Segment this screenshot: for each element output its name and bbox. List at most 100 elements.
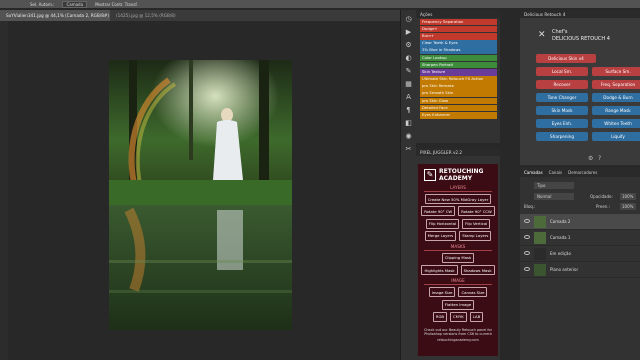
panel-icon-column: ◷ ▶ ⚙ ◐ ✎ ▦ A ¶ ◧ ◉ ✂ — [400, 10, 416, 360]
delicious-button[interactable]: Range Mask — [592, 106, 640, 115]
delicious-button[interactable]: Delicious Skin v4 — [536, 54, 596, 63]
delicious-button[interactable]: Skin Mask — [536, 106, 588, 115]
juggler-button[interactable]: Flatten Image — [441, 299, 475, 310]
document-image[interactable] — [109, 60, 292, 330]
button-row: Merge Layers Stamp Layers — [418, 230, 498, 241]
visibility-eye-icon[interactable] — [524, 267, 530, 271]
button-row: Highlights Mask Shadows Mask — [418, 265, 498, 276]
juggler-button[interactable]: Merge Layers — [424, 230, 457, 241]
layers-icon[interactable]: ◧ — [405, 119, 413, 127]
actions-icon[interactable]: ▶ — [405, 28, 413, 36]
button-row: Clipping Mask — [418, 252, 498, 263]
image-divider — [424, 284, 492, 286]
image-button-group: Image Size Canvas Size Flatten Image RGB CMY… — [418, 287, 498, 322]
juggler-button[interactable]: LAB — [469, 311, 484, 322]
juggler-button[interactable]: Image Size — [428, 287, 456, 298]
brush-icon[interactable]: ✎ — [405, 67, 413, 75]
action-item[interactable]: pro Skin Remake — [420, 83, 497, 90]
masks-button-group: Clipping Mask Highlights Mask Shadows Mask — [418, 252, 498, 276]
juggler-button[interactable]: Create New 50% MidGray Layer — [424, 194, 492, 205]
layer-row[interactable]: Em edição — [520, 246, 640, 262]
help-icon[interactable]: ? — [598, 155, 601, 162]
actions-list: Frequency Separation Dodge+ Burn+ Clear Tee… — [416, 18, 500, 119]
fill-field[interactable]: 100% — [620, 203, 636, 210]
delicious-button[interactable]: Local Sm. — [536, 67, 588, 76]
action-item[interactable]: Sharpen Portrait — [420, 61, 497, 69]
actions-panel-title: Ações — [416, 10, 500, 18]
paths-icon[interactable]: ✂ — [405, 145, 413, 153]
juggler-button[interactable]: Highlights Mask — [421, 265, 458, 276]
properties-icon[interactable]: ⚙ — [405, 41, 413, 49]
visibility-eye-icon[interactable] — [524, 219, 530, 223]
action-item[interactable]: Burn+ — [420, 32, 497, 40]
delicious-button[interactable]: Liquify — [592, 132, 640, 141]
brand-name: RETOUCHING — [439, 168, 484, 175]
swatches-icon[interactable]: ▦ — [405, 80, 413, 88]
layer-kind-filter[interactable]: Tipo — [534, 182, 574, 189]
layer-row[interactable]: Plano anterior — [520, 262, 640, 278]
character-icon[interactable]: A — [405, 93, 413, 101]
juggler-button[interactable]: Canvas Size — [458, 287, 488, 298]
settings-icon[interactable]: ⚙ — [588, 155, 593, 162]
layers-divider — [424, 191, 492, 192]
juggler-button[interactable]: Clipping Mask — [441, 252, 475, 263]
layer-thumbnail — [534, 232, 546, 244]
action-item[interactable]: Frequency Separation — [420, 18, 497, 26]
action-item[interactable]: Clear Teeth & Eyes — [420, 40, 497, 47]
pixel-juggler-title: PIXEL JUGGLER v2.2 — [416, 148, 500, 156]
tab-paths[interactable]: Demarcadores — [568, 170, 597, 175]
layer-row[interactable]: Camada 2 — [520, 214, 640, 230]
juggler-button[interactable]: Shadows Mask — [460, 265, 495, 276]
delicious-button[interactable]: Dodge & Burn — [592, 93, 640, 102]
juggler-button[interactable]: Flip Vertical — [462, 218, 491, 229]
layer-row[interactable]: Camada 1 — [520, 230, 640, 246]
action-item[interactable]: Eyes Enhancer — [420, 112, 497, 119]
delicious-button[interactable]: Eyes Enh. — [536, 119, 588, 128]
delicious-button[interactable]: Recover — [536, 80, 588, 89]
layer-select-box[interactable]: Camada — [62, 0, 88, 8]
juggler-button[interactable]: CMYK — [450, 311, 467, 322]
action-item[interactable]: Dodge+ — [420, 25, 497, 33]
opacity-label: Opacidade: — [590, 194, 613, 199]
juggler-button[interactable]: RGB — [432, 311, 448, 322]
tab-document-2[interactable]: (1425).jpg @ 12,5% (RGB/8) — [110, 10, 182, 21]
tab-channels[interactable]: Canais — [549, 170, 562, 175]
juggler-url[interactable]: retouchingacademy.com — [418, 338, 498, 342]
juggler-footer: Check out our Beauty Retouch panel for P… — [424, 327, 492, 336]
adjustments-icon[interactable]: ◐ — [405, 54, 413, 62]
channels-icon[interactable]: ◉ — [405, 132, 413, 140]
delicious-button[interactable]: Surface Sm. — [592, 67, 640, 76]
action-item[interactable]: pro Smooth Skin — [420, 90, 497, 98]
delicious-button[interactable]: Whiten Teeth — [592, 119, 640, 128]
blend-mode-select[interactable]: Normal — [534, 193, 574, 200]
brand-name-2: ACADEMY — [439, 175, 473, 182]
tab-document-1[interactable]: SoYVialien341.jpg @ 44,1% (Camada 2, RGB… — [0, 10, 110, 21]
delicious-button[interactable]: Freq. Separation — [592, 80, 640, 89]
action-item[interactable]: pro Skin Glow — [420, 97, 497, 105]
juggler-button[interactable]: Rotate 90° CW — [421, 206, 456, 217]
action-item[interactable]: 3% Blue in Shadows — [420, 47, 497, 54]
image-section-label: IMAGE — [451, 278, 465, 284]
opacity-field[interactable]: 100% — [620, 193, 636, 200]
juggler-button[interactable]: Flip Horizontal — [425, 218, 460, 229]
tab-layers[interactable]: Camadas — [524, 170, 543, 175]
history-icon[interactable]: ◷ — [405, 15, 413, 23]
action-item[interactable]: Color Lookup — [420, 54, 497, 62]
button-row: Image Size Canvas Size — [418, 287, 498, 298]
layer-name: Camada 2 — [550, 219, 571, 224]
action-item[interactable]: Skin Texture — [420, 68, 497, 76]
paragraph-icon[interactable]: ¶ — [405, 106, 413, 114]
button-row: RGB CMYK LAB — [418, 311, 498, 322]
action-item[interactable]: Detailed Face — [420, 104, 497, 112]
layer-name: Camada 1 — [550, 235, 571, 240]
visibility-eye-icon[interactable] — [524, 251, 530, 255]
delicious-button[interactable]: Tone Changer — [536, 93, 588, 102]
juggler-button[interactable]: Rotate 90° CCW — [458, 206, 495, 217]
logo-top-text: Chef's — [552, 29, 568, 35]
visibility-eye-icon[interactable] — [524, 235, 530, 239]
show-transform-checkbox[interactable]: Mostrar Contr. Transf. — [95, 2, 138, 7]
delicious-button[interactable]: Sharpening — [536, 132, 588, 141]
masks-divider — [424, 249, 492, 251]
action-item[interactable]: Ultimate Skin Retouch FX Action — [420, 76, 497, 83]
juggler-button[interactable]: Stamp Layers — [459, 230, 492, 241]
